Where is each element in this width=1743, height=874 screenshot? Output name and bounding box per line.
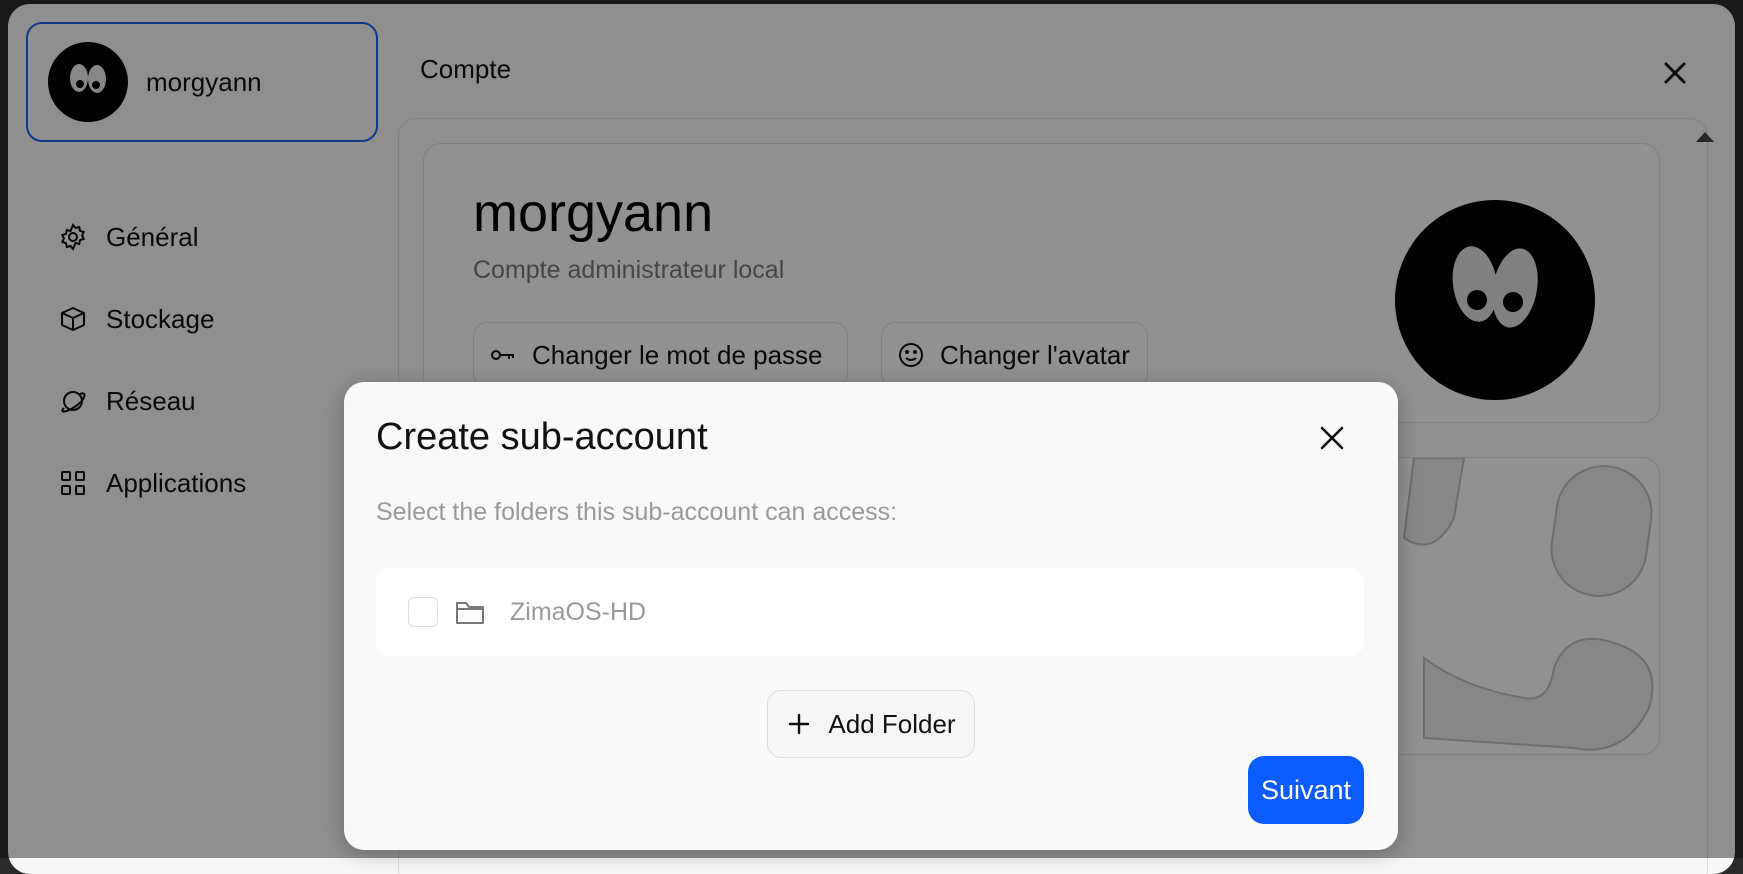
dialog-description: Select the folders this sub-account can … xyxy=(376,498,898,526)
plus-icon xyxy=(789,713,810,735)
dialog-title: Create sub-account xyxy=(376,416,708,458)
add-folder-label: Add Folder xyxy=(828,708,956,739)
create-sub-account-dialog: Create sub-account Select the folders th… xyxy=(344,382,1398,850)
close-icon[interactable] xyxy=(1316,422,1348,454)
next-button[interactable]: Suivant xyxy=(1248,756,1364,824)
folder-name: ZimaOS-HD xyxy=(510,597,647,626)
add-folder-button[interactable]: Add Folder xyxy=(767,690,975,758)
folder-row[interactable]: ZimaOS-HD xyxy=(376,568,1364,656)
folder-icon xyxy=(456,602,484,624)
folder-checkbox[interactable] xyxy=(408,597,438,627)
